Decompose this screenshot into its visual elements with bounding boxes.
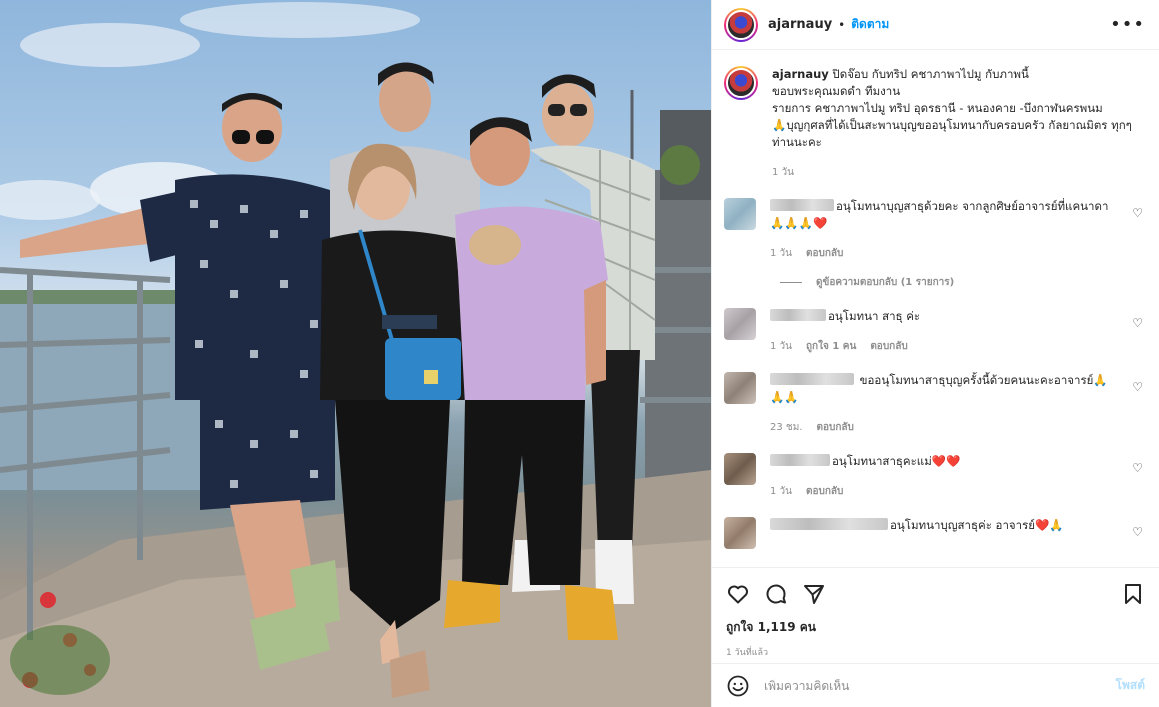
post-timestamp[interactable]: 1 วันที่แล้ว xyxy=(726,645,1145,659)
commenter-avatar[interactable] xyxy=(724,453,756,485)
comment-time[interactable]: 1 วัน xyxy=(770,341,792,352)
caption-avatar[interactable] xyxy=(724,66,758,100)
commenter-username-blurred[interactable] xyxy=(770,199,834,211)
heart-icon[interactable] xyxy=(726,582,750,606)
comment-icon[interactable] xyxy=(764,582,788,606)
instagram-post-dialog: ajarnauy • ติดตาม ••• ajarnauy ปิดจ๊อบ ก… xyxy=(0,0,1159,707)
caption-line-3: รายการ คชาภาพาไปมู ทริป อุดรธานี - หนองค… xyxy=(772,101,1103,115)
comment-likes[interactable]: ถูกใจ 1 คน xyxy=(806,341,856,352)
caption-username[interactable]: ajarnauy xyxy=(772,67,829,81)
commenter-username-blurred[interactable] xyxy=(770,373,854,385)
commenter-username-blurred[interactable] xyxy=(770,518,888,530)
author-avatar[interactable] xyxy=(724,7,758,42)
like-comment-heart-icon[interactable]: ♡ xyxy=(1132,316,1143,330)
post-caption: ajarnauy ปิดจ๊อบ กับทริป คชาภาพาไปมู กับ… xyxy=(724,66,1145,180)
follow-button[interactable]: ติดตาม xyxy=(851,15,889,34)
post-details-pane: ajarnauy • ติดตาม ••• ajarnauy ปิดจ๊อบ ก… xyxy=(711,0,1159,707)
share-icon[interactable] xyxy=(802,582,826,606)
comment-item: ขออนุโมทนาสาธุบุญครั้งนี้ด้วยคนนะคะอาจาร… xyxy=(724,372,1145,435)
comment-text: อนุโมทนาสาธุคะแม่❤️❤️ xyxy=(832,454,961,468)
caption-line-4: 🙏บุญกุศลที่ได้เป็นสะพานบุญขออนุโมทนากับค… xyxy=(772,118,1132,149)
like-comment-heart-icon[interactable]: ♡ xyxy=(1132,525,1143,539)
commenter-avatar[interactable] xyxy=(724,517,756,549)
comment-item: อนุโมทนา สาธุ ค่ะ 1 วัน ถูกใจ 1 คน ตอบกลับ… xyxy=(724,308,1145,354)
like-comment-heart-icon[interactable]: ♡ xyxy=(1132,461,1143,475)
caption-time[interactable]: 1 วัน xyxy=(772,167,794,178)
like-comment-heart-icon[interactable]: ♡ xyxy=(1132,380,1143,394)
comment-time[interactable]: 1 วัน xyxy=(770,248,792,259)
caption-text: ajarnauy ปิดจ๊อบ กับทริป คชาภาพาไปมู กับ… xyxy=(772,66,1142,151)
comment-text: อนุโมทนาบุญสาธุค่ะ อาจารย์❤️🙏 xyxy=(890,518,1064,532)
likes-count[interactable]: ถูกใจ 1,119 คน xyxy=(726,618,1145,637)
author-username[interactable]: ajarnauy xyxy=(768,17,832,32)
post-actions: ถูกใจ 1,119 คน 1 วันที่แล้ว xyxy=(712,567,1159,663)
caption-line-2: ขอบพระคุณมดดำ ทีมงาน xyxy=(772,84,901,98)
post-header: ajarnauy • ติดตาม ••• xyxy=(712,0,1159,50)
reply-button[interactable]: ตอบกลับ xyxy=(806,248,843,259)
commenter-avatar[interactable] xyxy=(724,308,756,340)
comment-time[interactable]: 1 วัน xyxy=(770,486,792,497)
caption-line-1: ปิดจ๊อบ กับทริป คชาภาพาไปมู กับภาพนี้ xyxy=(832,67,1029,81)
separator-dot: • xyxy=(838,17,846,32)
view-replies-label: ดูข้อความตอบกลับ (1 รายการ) xyxy=(816,277,955,288)
comments-scroll-area[interactable]: ajarnauy ปิดจ๊อบ กับทริป คชาภาพาไปมู กับ… xyxy=(712,50,1159,567)
reply-button[interactable]: ตอบกลับ xyxy=(870,341,907,352)
commenter-avatar[interactable] xyxy=(724,198,756,230)
add-comment-input[interactable] xyxy=(764,678,1116,693)
bookmark-icon[interactable] xyxy=(1121,582,1145,606)
comment-item: อนุโมทนาบุญสาธุค่ะ อาจารย์❤️🙏 ♡ xyxy=(724,517,1145,549)
comment-item: อนุโมทนาบุญสาธุด้วยคะ จากลูกศิษย์อาจารย์… xyxy=(724,198,1145,261)
commenter-username-blurred[interactable] xyxy=(770,309,826,321)
reply-button[interactable]: ตอบกลับ xyxy=(806,486,843,497)
add-comment-bar: โพสต์ xyxy=(712,663,1159,707)
post-photo[interactable] xyxy=(0,0,711,707)
like-comment-heart-icon[interactable]: ♡ xyxy=(1132,206,1143,220)
reply-button[interactable]: ตอบกลับ xyxy=(816,422,853,433)
comment-text: อนุโมทนา สาธุ ค่ะ xyxy=(828,309,921,323)
emoji-icon[interactable] xyxy=(726,674,750,698)
commenter-avatar[interactable] xyxy=(724,372,756,404)
commenter-username-blurred[interactable] xyxy=(770,454,830,466)
more-options-icon[interactable]: ••• xyxy=(1110,14,1145,35)
comment-time[interactable]: 23 ชม. xyxy=(770,422,802,433)
comment-item: อนุโมทนาสาธุคะแม่❤️❤️ 1 วัน ตอบกลับ ♡ xyxy=(724,453,1145,499)
group-photo-illustration xyxy=(0,2,711,707)
view-replies-button[interactable]: ดูข้อความตอบกลับ (1 รายการ) xyxy=(780,275,1145,290)
post-comment-button[interactable]: โพสต์ xyxy=(1116,676,1145,695)
